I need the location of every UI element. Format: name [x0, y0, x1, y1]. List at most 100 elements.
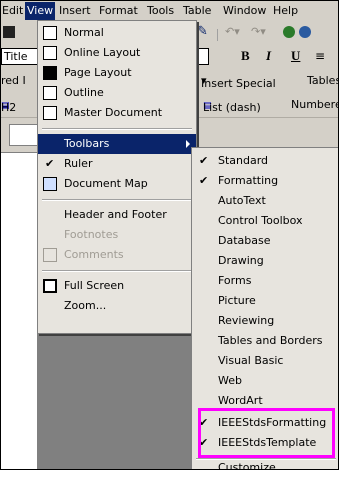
checkmark-icon: ✔ — [199, 154, 209, 167]
redo-icon[interactable]: ↷▾ — [251, 25, 266, 38]
menu-item-zoom[interactable]: Zoom... — [38, 296, 196, 316]
menu-separator — [196, 458, 336, 460]
menu-item-master-document[interactable]: Master Document — [38, 103, 196, 123]
menu-item-toolbars[interactable]: Toolbars — [38, 134, 196, 154]
menu-item-online-layout[interactable]: Online Layout — [38, 43, 196, 63]
menu-edit[interactable]: Edit — [2, 4, 23, 17]
comments-icon — [43, 248, 57, 262]
format-painter-icon[interactable]: ✎ — [197, 25, 211, 38]
toolbar-option-control-toolbox[interactable]: Control Toolbox — [192, 211, 338, 231]
underline-button[interactable]: U — [291, 48, 300, 64]
menu-window[interactable]: Window — [223, 4, 266, 17]
menu-bar: Edit View Insert Format Tools Table Wind… — [1, 1, 338, 21]
outline-label: Outline — [64, 86, 104, 99]
toolbar-option-standard[interactable]: ✔ Standard — [192, 151, 338, 171]
outline-icon — [43, 86, 57, 100]
custom-style-label[interactable]: red I — [1, 74, 26, 87]
normal-view-icon — [43, 26, 57, 40]
menu-item-footnotes: Footnotes — [38, 225, 196, 245]
align-left-icon[interactable]: ≡ — [315, 49, 325, 63]
control-toolbox-label: Control Toolbox — [218, 214, 303, 227]
formatting-label: Formatting — [218, 174, 279, 187]
heading2-label: H2 — [1, 101, 17, 114]
word-window: Edit View Insert Format Tools Table Wind… — [0, 0, 339, 470]
zoom-label: Zoom... — [64, 299, 107, 312]
menu-item-page-layout[interactable]: Page Layout — [38, 63, 196, 83]
toolbar-option-visual-basic[interactable]: Visual Basic — [192, 351, 338, 371]
menu-separator — [42, 199, 192, 201]
numbered-button[interactable]: Numbere — [291, 98, 338, 111]
picture-label: Picture — [218, 294, 256, 307]
tables-dropdown[interactable]: Tables — [307, 74, 338, 87]
toolbar-option-drawing[interactable]: Drawing — [192, 251, 338, 271]
menu-item-comments: Comments — [38, 245, 196, 265]
header-footer-label: Header and Footer — [64, 208, 167, 221]
checkmark-icon: ✔ — [199, 174, 209, 187]
drawing-label: Drawing — [218, 254, 264, 267]
toolbar-option-database[interactable]: Database — [192, 231, 338, 251]
reviewing-label: Reviewing — [218, 314, 275, 327]
undo-icon[interactable]: ↶▾ — [225, 25, 240, 38]
master-document-icon — [43, 106, 57, 120]
master-document-label: Master Document — [64, 106, 163, 119]
web-label: Web — [218, 374, 242, 387]
menu-view[interactable]: View — [25, 2, 56, 20]
insert-special-dropdown[interactable]: Insert Special ▾ — [201, 74, 276, 90]
save-icon[interactable] — [3, 26, 15, 38]
document-map-icon — [43, 177, 57, 191]
style-box[interactable]: Title — [1, 48, 41, 65]
standard-label: Standard — [218, 154, 269, 167]
menu-item-document-map[interactable]: Document Map — [38, 174, 196, 194]
toolbar-option-customize[interactable]: Customize... — [192, 461, 338, 470]
menu-separator — [42, 270, 192, 272]
ruler-label: Ruler — [64, 157, 93, 170]
online-layout-icon — [43, 46, 57, 60]
menu-tools[interactable]: Tools — [147, 4, 174, 17]
toolbar-option-web[interactable]: Web — [192, 371, 338, 391]
menu-item-full-screen[interactable]: Full Screen — [38, 276, 196, 296]
highlight-callout-box — [198, 408, 335, 458]
forms-label: Forms — [218, 274, 252, 287]
page-layout-label: Page Layout — [64, 66, 132, 79]
web-toolbar-icon[interactable] — [299, 26, 311, 38]
toolbar-option-picture[interactable]: Picture — [192, 291, 338, 311]
menu-format[interactable]: Format — [99, 4, 138, 17]
online-layout-label: Online Layout — [64, 46, 141, 59]
bold-button[interactable]: B — [241, 48, 250, 64]
submenu-arrow-icon — [186, 140, 190, 148]
menu-item-ruler[interactable]: ✔ Ruler — [38, 154, 196, 174]
comments-label: Comments — [64, 248, 124, 261]
menu-item-header-footer[interactable]: Header and Footer — [38, 205, 196, 225]
italic-button[interactable]: I — [266, 48, 271, 64]
toolbar-option-forms[interactable]: Forms — [192, 271, 338, 291]
insert-special-label: Insert Special — [201, 77, 276, 90]
list-dash-label: List (dash) — [203, 101, 261, 114]
hyperlink-icon[interactable] — [283, 26, 295, 38]
document-map-label: Document Map — [64, 177, 148, 190]
toolbar-option-autotext[interactable]: AutoText — [192, 191, 338, 211]
menu-separator — [42, 128, 192, 130]
toolbar-option-formatting[interactable]: ✔ Formatting — [192, 171, 338, 191]
full-screen-icon — [43, 279, 57, 293]
footnotes-label: Footnotes — [64, 228, 119, 241]
view-menu: Normal Online Layout Page Layout Outline… — [37, 20, 197, 334]
page-layout-icon — [43, 66, 57, 80]
full-screen-label: Full Screen — [64, 279, 125, 292]
checkmark-icon: ✔ — [45, 157, 55, 170]
menu-help[interactable]: Help — [273, 4, 298, 17]
visual-basic-label: Visual Basic — [218, 354, 284, 367]
autotext-label: AutoText — [218, 194, 266, 207]
menu-table[interactable]: Table — [183, 4, 211, 17]
toolbar-separator — [217, 29, 218, 41]
menu-item-normal[interactable]: Normal — [38, 23, 196, 43]
customize-label: Customize... — [218, 461, 287, 470]
tables-borders-label: Tables and Borders — [218, 334, 323, 347]
menu-item-outline[interactable]: Outline — [38, 83, 196, 103]
toolbar-option-reviewing[interactable]: Reviewing — [192, 311, 338, 331]
menu-insert[interactable]: Insert — [59, 4, 91, 17]
toolbar-option-tables-borders[interactable]: Tables and Borders — [192, 331, 338, 351]
database-label: Database — [218, 234, 271, 247]
toolbars-label: Toolbars — [64, 137, 110, 150]
document-page[interactable] — [1, 153, 37, 469]
normal-label: Normal — [64, 26, 104, 39]
